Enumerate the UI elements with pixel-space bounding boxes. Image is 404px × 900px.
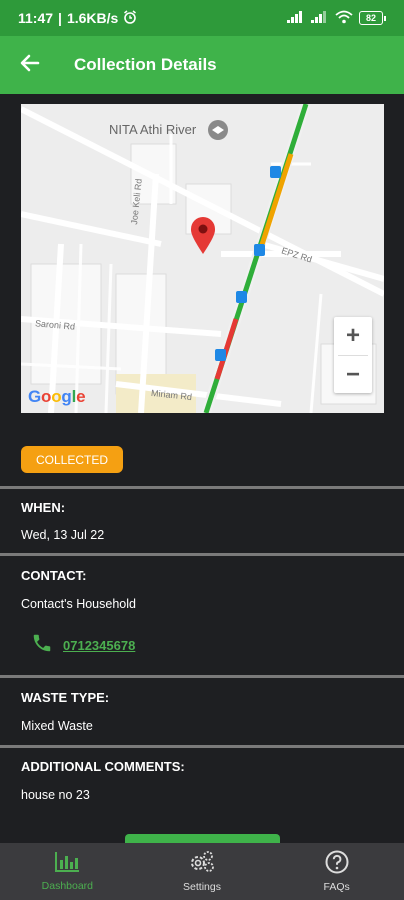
nav-faqs[interactable]: FAQs bbox=[269, 843, 404, 900]
phone-number[interactable]: 0712345678 bbox=[63, 638, 135, 653]
map-view[interactable]: NITA Athi River Joe Keli Rd EPZ Rd Saron… bbox=[21, 104, 384, 413]
question-circle-icon bbox=[325, 850, 349, 877]
status-badge: COLLECTED bbox=[21, 446, 123, 473]
phone-icon bbox=[31, 632, 53, 659]
contact-label: CONTACT: bbox=[21, 568, 87, 583]
bottom-nav: Dashboard Settings FAQs bbox=[0, 843, 404, 900]
divider bbox=[0, 675, 404, 678]
signal-icon bbox=[287, 10, 305, 26]
comments-value: house no 23 bbox=[21, 788, 90, 802]
zoom-in-button[interactable]: + bbox=[334, 317, 372, 355]
nav-label: Settings bbox=[183, 881, 221, 893]
waste-type-label: WASTE TYPE: bbox=[21, 690, 110, 705]
divider bbox=[0, 486, 404, 489]
when-label: WHEN: bbox=[21, 500, 66, 515]
wifi-icon bbox=[335, 10, 353, 27]
contact-name: Contact's Household bbox=[21, 597, 136, 611]
battery-level: 82 bbox=[359, 11, 383, 25]
comments-label: ADDITIONAL COMMENTS: bbox=[21, 759, 185, 774]
map-label-nita: NITA Athi River bbox=[109, 122, 197, 137]
arrow-left-icon bbox=[20, 54, 40, 77]
phone-link[interactable]: 0712345678 bbox=[31, 632, 135, 659]
alarm-icon bbox=[123, 9, 137, 27]
when-value: Wed, 13 Jul 22 bbox=[21, 528, 105, 542]
bar-chart-icon bbox=[54, 851, 80, 876]
nav-label: FAQs bbox=[323, 881, 350, 893]
google-logo: Google bbox=[28, 387, 86, 406]
nav-label: Dashboard bbox=[41, 880, 94, 892]
zoom-out-button[interactable]: − bbox=[334, 356, 372, 394]
divider bbox=[0, 745, 404, 748]
divider bbox=[0, 553, 404, 556]
status-speed: 1.6KB/s bbox=[66, 10, 119, 26]
back-button[interactable] bbox=[0, 36, 60, 94]
app-bar: Collection Details bbox=[0, 36, 404, 94]
status-time: 11:47 bbox=[18, 10, 54, 26]
waste-type-value: Mixed Waste bbox=[21, 719, 93, 733]
nav-dashboard[interactable]: Dashboard bbox=[0, 843, 135, 900]
zoom-controls: + − bbox=[334, 317, 372, 393]
battery-icon: 82 bbox=[359, 11, 386, 25]
signal-2-icon bbox=[311, 10, 329, 26]
page-title: Collection Details bbox=[74, 55, 217, 74]
gears-icon bbox=[188, 850, 216, 877]
nav-settings[interactable]: Settings bbox=[135, 843, 270, 900]
status-bar: 11:47 | 1.6KB/s 82 bbox=[0, 0, 404, 36]
